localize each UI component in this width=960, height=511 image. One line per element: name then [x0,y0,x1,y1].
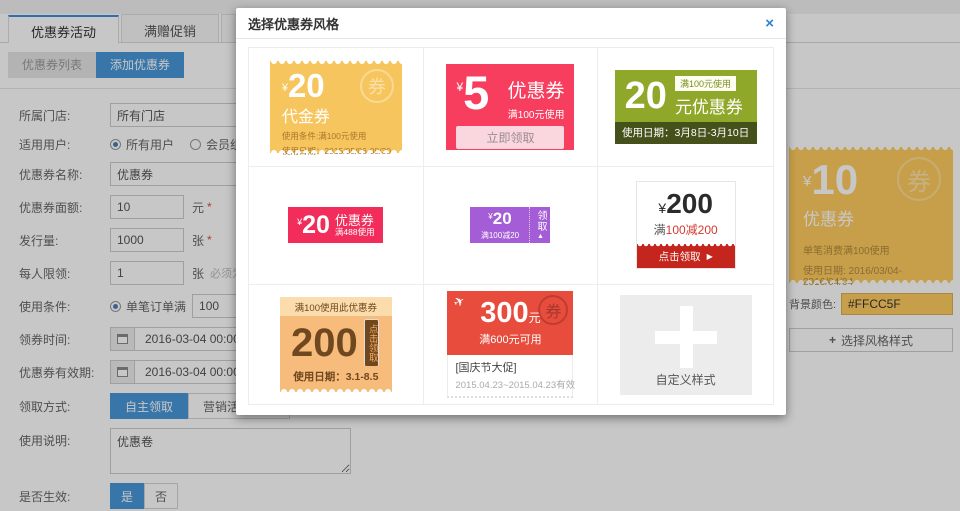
custom-style-label: 自定义样式 [620,371,752,388]
condition-tag: 满100元使用 [675,76,736,91]
coupon-watermark-icon: 券 [538,295,568,325]
arrow-right-icon: ▶ [707,252,713,261]
coupon-title: 优惠券 [507,76,564,103]
click-claim-tab[interactable]: 点击领取 [364,319,379,366]
coupon-watermark-icon: 券 [360,69,394,103]
style-option-pink[interactable]: ¥5 优惠券 满100元使用 立即领取 [424,48,599,167]
condition-red: 100减200 [666,223,718,237]
claim-tab: 领取 ▲ [530,207,550,243]
condition-prefix: 满 [654,223,666,237]
coupon-amount: ¥200 [658,190,713,218]
coupon-header: 满100使用此优惠券 [280,297,392,316]
custom-style-tile: 自定义样式 [620,295,752,395]
screen: 优惠券活动 满赠促销 满减促销 优惠券列表 添加优惠券 所属门店: 适用用户: … [0,0,960,511]
modal-header: 选择优惠券风格 × [236,8,786,39]
coupon-condition: 满100元使用 [507,106,564,121]
coupon-date-bar: 使用日期：3月8日-3月10日 [615,122,757,144]
valid-range: 2015.04.23~2015.04.23有效 [455,377,565,391]
coupon-right-col: 满100元使用 元优惠券 [675,74,743,118]
coupon-condition: 满600元可用 [479,331,541,347]
coupon-yellow: ¥20 券 代金券 使用条件:满100元使用 使用日期：2015/05/06-0… [270,61,402,153]
coupon-name: 优惠券 [335,214,375,228]
coupon-condition: 使用条件:满100元使用 [282,130,390,142]
amount-number: 200 [666,188,713,219]
style-option-red-mini[interactable]: ¥20 优惠券 满488使用 [249,167,424,286]
style-option-orange[interactable]: 满100使用此优惠券 200 点击领取 使用日期：3.1-8.5 [249,285,424,404]
claim-label: 领取 [533,210,548,232]
coupon-amount: ¥5 [456,72,489,121]
coupon-date: 使用日期：2015/05/06-08/30 [282,145,390,157]
coupon-white-card: ¥200 满100减200 点击领取 ▶ [636,181,736,269]
coupon-purple-mini: ¥20 满100减20 领取 ▲ [470,207,550,243]
amount-number: 200 [291,323,358,363]
style-option-red-event[interactable]: ✈ 券 300元 满600元可用 [国庆节大促] 2015.04.23~2015… [424,285,599,404]
amount-number: 300 [480,297,528,329]
close-icon[interactable]: × [765,16,774,31]
coupon-condition: 满488使用 [335,228,375,237]
coupon-info: [国庆节大促] 2015.04.23~2015.04.23有效 [447,355,573,398]
coupon-main: 20 满100元使用 元优惠券 [615,70,757,122]
coupon-red-mini: ¥20 优惠券 满488使用 [288,207,383,243]
coupon-name: 代金券 [282,103,390,127]
coupon-condition: 满100减200 [654,221,718,238]
coupon-orange: 满100使用此优惠券 200 点击领取 使用日期：3.1-8.5 [280,297,392,392]
coupon-amount: ¥20 [488,210,511,229]
click-claim-button[interactable]: 点击领取 ▶ [637,244,735,268]
triangle-up-icon: ▲ [537,233,544,240]
coupon-red-area: ✈ 券 300元 满600元可用 [447,291,573,355]
coupon-left: ¥20 满100减20 [470,207,530,243]
amount-number: 5 [463,66,489,119]
modal-title: 选择优惠券风格 [248,14,339,33]
paper-plane-icon: ✈ [451,293,468,312]
coupon-condition: 满100减20 [481,230,519,241]
coupon-middle: 200 点击领取 [280,316,392,366]
amount-number: 20 [625,77,667,115]
style-option-custom[interactable]: 自定义样式 [598,285,773,404]
plus-icon [680,306,693,368]
coupon-date: 使用日期：3.1-8.5 [280,369,392,384]
style-option-white-card[interactable]: ¥200 满100减200 点击领取 ▶ [598,167,773,286]
coupon-green: 20 满100元使用 元优惠券 使用日期：3月8日-3月10日 [615,70,757,144]
claim-label: 点击领取 [659,249,701,264]
coupon-right-col: 优惠券 满488使用 [335,214,375,238]
amount-number: 20 [493,209,512,228]
coupon-top: ¥5 优惠券 满100元使用 [456,72,564,121]
claim-now-button[interactable]: 立即领取 [456,126,564,149]
style-grid: ¥20 券 代金券 使用条件:满100元使用 使用日期：2015/05/06-0… [248,47,774,405]
style-option-purple-mini[interactable]: ¥20 满100减20 领取 ▲ [424,167,599,286]
coupon-right-col: 优惠券 满100元使用 [507,76,564,121]
event-name: [国庆节大促] [455,359,565,375]
coupon-name: 元优惠券 [675,93,743,118]
amount-number: 20 [288,67,325,104]
style-option-green[interactable]: 20 满100元使用 元优惠券 使用日期：3月8日-3月10日 [598,48,773,167]
coupon-red-event: ✈ 券 300元 满600元可用 [国庆节大促] 2015.04.23~2015… [447,291,573,398]
coupon-amount: 300元 [480,299,540,328]
coupon-style-modal: 选择优惠券风格 × ¥20 券 代金券 使用条件:满100元使用 使用日期：20… [236,8,786,415]
coupon-pink: ¥5 优惠券 满100元使用 立即领取 [446,64,574,150]
style-option-yellow[interactable]: ¥20 券 代金券 使用条件:满100元使用 使用日期：2015/05/06-0… [249,48,424,167]
amount-number: 20 [302,211,330,239]
coupon-amount: ¥20 [297,213,330,238]
